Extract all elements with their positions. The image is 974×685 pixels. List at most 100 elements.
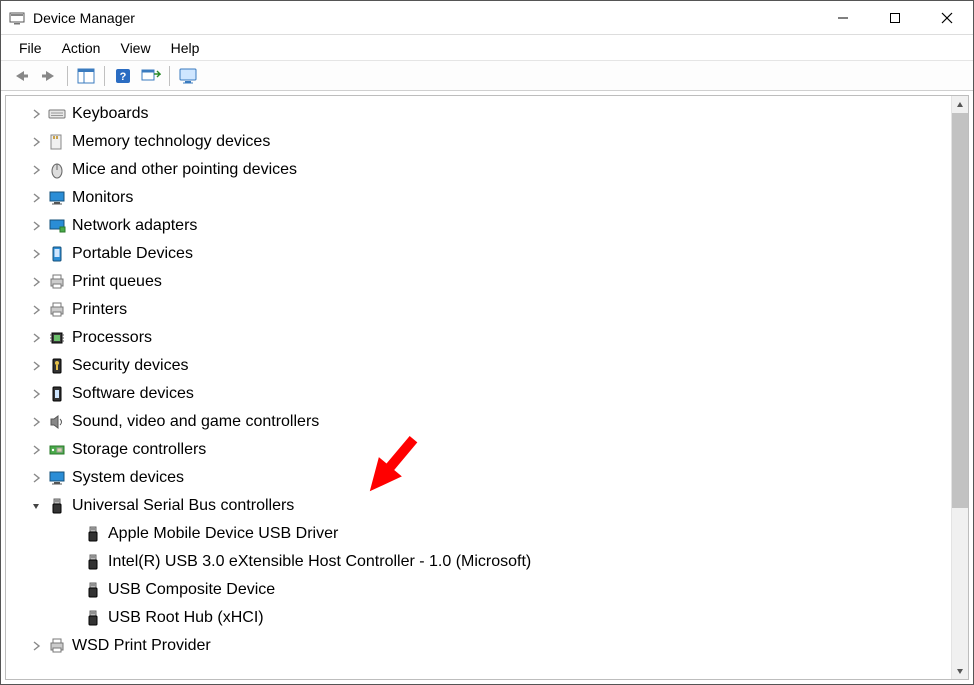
tree-category-label: Network adapters: [72, 216, 197, 235]
printer-icon: [48, 301, 66, 319]
menu-file[interactable]: File: [9, 38, 52, 58]
software-device-icon: [48, 385, 66, 403]
tree-category-label: Printers: [72, 300, 127, 319]
device-tree[interactable]: Keyboards Memory technology devices Mice a…: [6, 96, 968, 679]
tree-category[interactable]: Print queues: [10, 268, 968, 296]
chevron-right-icon[interactable]: [28, 246, 44, 262]
scroll-down-button[interactable]: [952, 662, 968, 679]
menubar: File Action View Help: [1, 35, 973, 61]
chevron-right-icon[interactable]: [28, 358, 44, 374]
scrollbar-thumb[interactable]: [952, 113, 968, 508]
tree-category[interactable]: Sound, video and game controllers: [10, 408, 968, 436]
chevron-right-icon[interactable]: [28, 106, 44, 122]
tree-device[interactable]: USB Root Hub (xHCI): [46, 604, 968, 632]
memory-card-icon: [48, 133, 66, 151]
tree-category[interactable]: Printers: [10, 296, 968, 324]
usb-device-icon: [84, 525, 102, 543]
client-area: Keyboards Memory technology devices Mice a…: [1, 91, 973, 684]
tree-category[interactable]: Mice and other pointing devices: [10, 156, 968, 184]
tree-category-label: Processors: [72, 328, 152, 347]
tree-indent: [64, 554, 80, 570]
tree-category[interactable]: Processors: [10, 324, 968, 352]
usb-device-icon: [84, 609, 102, 627]
vertical-scrollbar[interactable]: [951, 96, 968, 679]
chevron-right-icon[interactable]: [28, 218, 44, 234]
tree-indent: [64, 526, 80, 542]
tree-category[interactable]: Security devices: [10, 352, 968, 380]
toolbar: ?: [1, 61, 973, 91]
minimize-button[interactable]: [817, 1, 869, 34]
tree-children: Apple Mobile Device USB Driver Intel(R) U…: [10, 520, 968, 632]
chevron-right-icon[interactable]: [28, 638, 44, 654]
window-controls: [817, 1, 973, 34]
scan-hardware-button[interactable]: [138, 64, 164, 88]
tree-device-label: USB Composite Device: [108, 580, 275, 599]
device-manager-icon: [9, 10, 25, 26]
device-manager-window: Device Manager File Action View Help: [0, 0, 974, 685]
tree-category-label: Software devices: [72, 384, 194, 403]
tree-device[interactable]: Intel(R) USB 3.0 eXtensible Host Control…: [46, 548, 968, 576]
cpu-icon: [48, 329, 66, 347]
printer-icon: [48, 637, 66, 655]
display-monitor-button[interactable]: [175, 64, 201, 88]
tree-category[interactable]: System devices: [10, 464, 968, 492]
tree-category-label: Monitors: [72, 188, 133, 207]
chevron-right-icon[interactable]: [28, 386, 44, 402]
properties-pane-button[interactable]: [73, 64, 99, 88]
chevron-right-icon[interactable]: [28, 442, 44, 458]
monitor-icon: [48, 189, 66, 207]
tree-indent: [64, 582, 80, 598]
tree-category-label: Universal Serial Bus controllers: [72, 496, 294, 515]
tree-category[interactable]: Memory technology devices: [10, 128, 968, 156]
tree-device[interactable]: Apple Mobile Device USB Driver: [46, 520, 968, 548]
tree-category[interactable]: Network adapters: [10, 212, 968, 240]
chevron-down-icon[interactable]: [28, 498, 44, 514]
system-device-icon: [48, 469, 66, 487]
usb-device-icon: [84, 581, 102, 599]
tree-category-label: System devices: [72, 468, 184, 487]
chevron-right-icon[interactable]: [28, 302, 44, 318]
tree-category-label: Sound, video and game controllers: [72, 412, 319, 431]
chevron-right-icon[interactable]: [28, 330, 44, 346]
storage-controller-icon: [48, 441, 66, 459]
chevron-right-icon[interactable]: [28, 134, 44, 150]
tree-device-label: Intel(R) USB 3.0 eXtensible Host Control…: [108, 552, 531, 571]
scroll-up-button[interactable]: [952, 96, 968, 113]
keyboard-icon: [48, 105, 66, 123]
tree-category[interactable]: Software devices: [10, 380, 968, 408]
tree-category[interactable]: WSD Print Provider: [10, 632, 968, 660]
tree-device-label: USB Root Hub (xHCI): [108, 608, 264, 627]
tree-category-label: Mice and other pointing devices: [72, 160, 297, 179]
svg-text:?: ?: [120, 71, 127, 83]
maximize-button[interactable]: [869, 1, 921, 34]
tree-category-label: Keyboards: [72, 104, 149, 123]
tree-category[interactable]: Portable Devices: [10, 240, 968, 268]
tree-category[interactable]: Storage controllers: [10, 436, 968, 464]
tree-category-label: Security devices: [72, 356, 189, 375]
chevron-right-icon[interactable]: [28, 274, 44, 290]
tree-category[interactable]: Keyboards: [10, 100, 968, 128]
tree-indent: [64, 610, 80, 626]
tree-device[interactable]: USB Composite Device: [46, 576, 968, 604]
mouse-icon: [48, 161, 66, 179]
tree-category[interactable]: Monitors: [10, 184, 968, 212]
toolbar-separator: [67, 66, 68, 86]
forward-button[interactable]: [36, 64, 62, 88]
menu-view[interactable]: View: [110, 38, 160, 58]
chevron-right-icon[interactable]: [28, 414, 44, 430]
titlebar: Device Manager: [1, 1, 973, 35]
usb-device-icon: [84, 553, 102, 571]
tree-category-label: Memory technology devices: [72, 132, 270, 151]
tree-pane: Keyboards Memory technology devices Mice a…: [5, 95, 969, 680]
menu-action[interactable]: Action: [52, 38, 111, 58]
usb-icon: [48, 497, 66, 515]
tree-category[interactable]: Universal Serial Bus controllers: [10, 492, 968, 520]
printer-icon: [48, 273, 66, 291]
back-button[interactable]: [8, 64, 34, 88]
chevron-right-icon[interactable]: [28, 162, 44, 178]
close-button[interactable]: [921, 1, 973, 34]
chevron-right-icon[interactable]: [28, 190, 44, 206]
help-button[interactable]: ?: [110, 64, 136, 88]
chevron-right-icon[interactable]: [28, 470, 44, 486]
menu-help[interactable]: Help: [161, 38, 210, 58]
